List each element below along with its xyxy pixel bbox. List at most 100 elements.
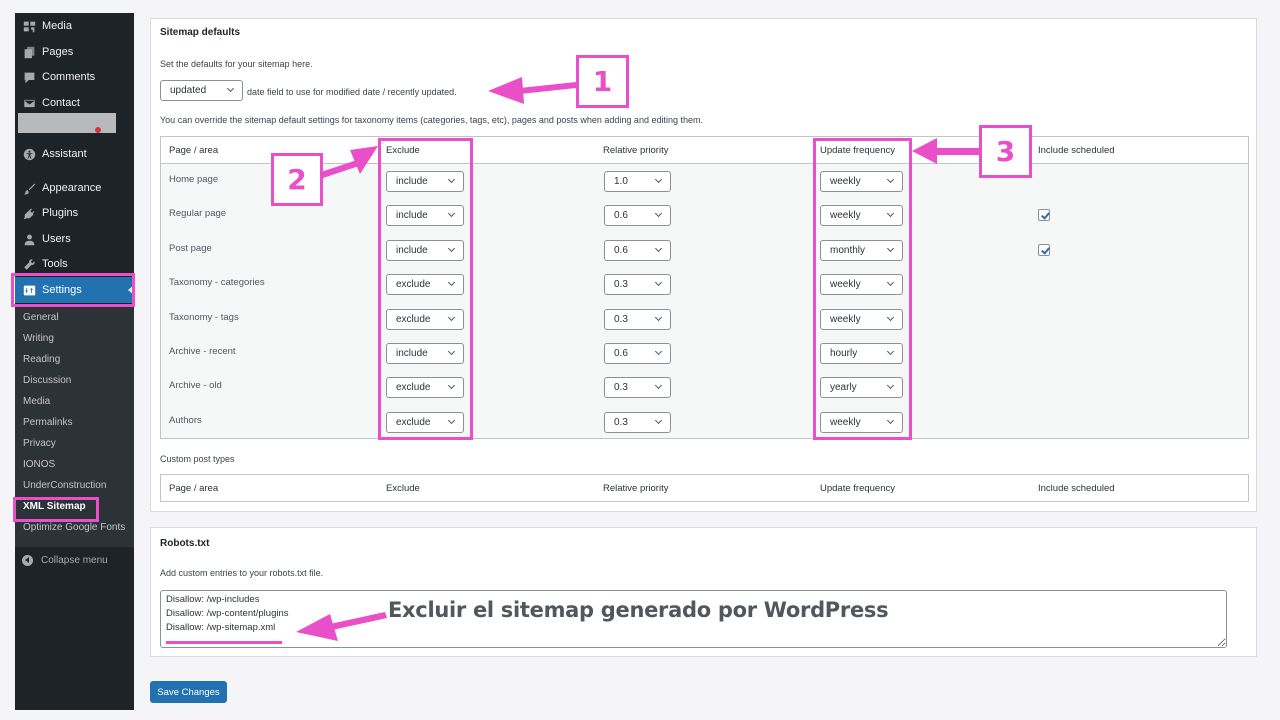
select-value: weekly: [830, 176, 861, 187]
select-value: include: [396, 210, 428, 221]
select-value: 0.3: [614, 417, 628, 428]
date-field-select[interactable]: updated: [160, 80, 243, 101]
submenu-media[interactable]: Media: [23, 394, 50, 410]
accessibility-icon: [22, 147, 36, 161]
chevron-down-icon: [654, 313, 663, 322]
robots-intro: Add custom entries to your robots.txt fi…: [160, 568, 324, 578]
collapse-menu-button[interactable]: Collapse menu: [15, 549, 134, 571]
frequency-select[interactable]: yearly: [820, 377, 903, 398]
select-value: include: [396, 348, 428, 359]
override-note: You can override the sitemap default set…: [160, 115, 703, 125]
chevron-down-icon: [447, 416, 456, 425]
column-header: Exclude: [386, 483, 420, 494]
exclude-select[interactable]: exclude: [386, 309, 464, 330]
frequency-select[interactable]: weekly: [820, 309, 903, 330]
row-area-label: Regular page: [169, 208, 227, 219]
exclude-select[interactable]: include: [386, 343, 464, 364]
chevron-down-icon: [654, 244, 663, 253]
submenu-ionos[interactable]: IONOS: [23, 457, 55, 473]
chevron-down-icon: [447, 244, 456, 253]
select-value: include: [396, 176, 428, 187]
chevron-down-icon: [886, 313, 895, 322]
frequency-select[interactable]: weekly: [820, 205, 903, 226]
exclude-select[interactable]: exclude: [386, 274, 464, 295]
menu-item-users[interactable]: Users: [15, 226, 134, 252]
exclude-select[interactable]: exclude: [386, 412, 464, 433]
menu-item-tools[interactable]: Tools: [15, 251, 134, 277]
exclude-select[interactable]: include: [386, 240, 464, 261]
priority-select[interactable]: 0.3: [604, 412, 671, 433]
select-value: include: [396, 245, 428, 256]
menu-item-appearance[interactable]: Appearance: [15, 175, 134, 201]
annotation-caption: Excluir el sitemap generado por WordPres…: [388, 598, 889, 622]
redacted-menu-item: [18, 113, 116, 133]
column-header: Update frequency: [820, 483, 895, 494]
priority-select[interactable]: 1.0: [604, 171, 671, 192]
chevron-down-icon: [886, 347, 895, 356]
select-value: 0.6: [614, 245, 628, 256]
chevron-down-icon: [886, 175, 895, 184]
frequency-select[interactable]: hourly: [820, 343, 903, 364]
chevron-down-icon: [886, 209, 895, 218]
exclude-select[interactable]: exclude: [386, 377, 464, 398]
submenu-xml-sitemap[interactable]: XML Sitemap: [23, 499, 86, 515]
chevron-down-icon: [886, 416, 895, 425]
menu-item-media[interactable]: Media: [15, 13, 134, 39]
submenu-reading[interactable]: Reading: [23, 352, 60, 368]
submenu-general[interactable]: General: [23, 310, 59, 326]
panel-title: Robots.txt: [160, 538, 210, 549]
priority-select[interactable]: 0.3: [604, 274, 671, 295]
column-header: Relative priority: [603, 145, 669, 156]
mail-icon: [22, 96, 36, 110]
select-value: monthly: [830, 245, 866, 256]
priority-select[interactable]: 0.6: [604, 205, 671, 226]
menu-label: Assistant: [42, 148, 87, 160]
priority-select[interactable]: 0.6: [604, 343, 671, 364]
column-header: Exclude: [386, 145, 420, 156]
submenu-optimize-google-fonts[interactable]: Optimize Google Fonts: [23, 520, 125, 536]
frequency-select[interactable]: weekly: [820, 171, 903, 192]
menu-label: Pages: [42, 46, 74, 58]
priority-select[interactable]: 0.6: [604, 240, 671, 261]
frequency-select[interactable]: weekly: [820, 274, 903, 295]
menu-item-comments[interactable]: Comments: [15, 64, 134, 90]
priority-select[interactable]: 0.3: [604, 377, 671, 398]
include-scheduled-checkbox[interactable]: [1038, 244, 1050, 256]
menu-item-settings[interactable]: Settings: [15, 277, 134, 303]
chevron-down-icon: [654, 209, 663, 218]
submenu-permalinks[interactable]: Permalinks: [23, 415, 72, 431]
chevron-down-icon: [447, 278, 456, 287]
priority-select[interactable]: 0.3: [604, 309, 671, 330]
chevron-down-icon: [447, 209, 456, 218]
column-header: Relative priority: [603, 483, 669, 494]
include-scheduled-checkbox[interactable]: [1038, 209, 1050, 221]
frequency-select[interactable]: monthly: [820, 240, 903, 261]
comments-icon: [22, 70, 36, 84]
menu-item-pages[interactable]: Pages: [15, 39, 134, 65]
select-value: 0.6: [614, 210, 628, 221]
exclude-select[interactable]: include: [386, 205, 464, 226]
sitemap-defaults-panel: Sitemap defaults Set the defaults for yo…: [150, 18, 1257, 512]
menu-label: Contact: [42, 97, 80, 109]
submenu-writing[interactable]: Writing: [23, 331, 54, 347]
menu-label: Media: [42, 20, 72, 32]
menu-label: Appearance: [42, 182, 102, 194]
wrench-icon: [22, 257, 36, 271]
menu-item-plugins[interactable]: Plugins: [15, 200, 134, 226]
submenu-privacy[interactable]: Privacy: [23, 436, 56, 452]
menu-item-assistant[interactable]: Assistant: [15, 141, 134, 167]
select-value: updated: [170, 85, 207, 96]
submenu-discussion[interactable]: Discussion: [23, 373, 71, 389]
save-changes-button[interactable]: Save Changes: [150, 681, 227, 703]
admin-sidebar: Media Pages Comments Contact Assistant A…: [15, 13, 134, 710]
column-header: Page / area: [169, 145, 219, 156]
plugin-icon: [22, 206, 36, 220]
row-area-label: Post page: [169, 243, 212, 254]
panel-title: Sitemap defaults: [160, 27, 241, 38]
submenu-underconstruction[interactable]: UnderConstruction: [23, 478, 106, 494]
select-value: yearly: [830, 382, 857, 393]
select-value: 0.3: [614, 382, 628, 393]
frequency-select[interactable]: weekly: [820, 412, 903, 433]
exclude-select[interactable]: include: [386, 171, 464, 192]
menu-label: Plugins: [42, 207, 79, 219]
